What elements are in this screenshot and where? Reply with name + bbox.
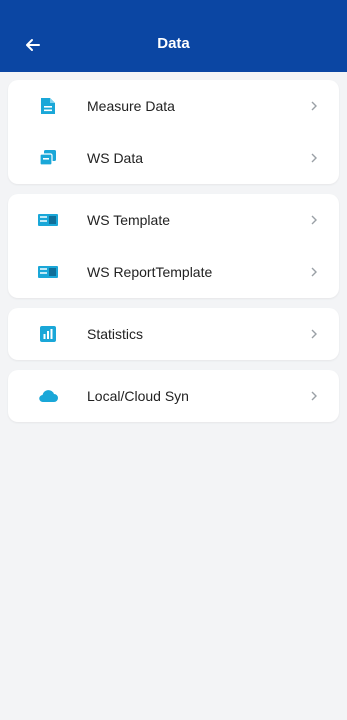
report-template-icon — [38, 262, 58, 282]
menu-item-label: Local/Cloud Syn — [87, 388, 189, 404]
document-icon — [38, 96, 58, 116]
menu-item-statistics[interactable]: Statistics — [8, 308, 339, 360]
app-bar: Data — [0, 0, 347, 72]
page-title: Data — [157, 35, 190, 52]
statistics-icon — [38, 324, 58, 344]
chevron-right-icon — [309, 390, 319, 402]
card-statistics: Statistics — [8, 308, 339, 360]
menu-item-local-cloud-syn[interactable]: Local/Cloud Syn — [8, 370, 339, 422]
chevron-right-icon — [309, 100, 319, 112]
chevron-right-icon — [309, 328, 319, 340]
menu-item-ws-template[interactable]: WS Template — [8, 194, 339, 246]
cloud-icon — [38, 386, 58, 406]
chevron-right-icon — [309, 266, 319, 278]
chevron-right-icon — [309, 152, 319, 164]
card-data-sources: Measure Data WS Data — [8, 80, 339, 184]
template-icon — [38, 210, 58, 230]
menu-item-label: WS ReportTemplate — [87, 264, 213, 280]
menu-item-label: WS Template — [87, 212, 170, 228]
chevron-right-icon — [309, 214, 319, 226]
menu-item-ws-reporttemplate[interactable]: WS ReportTemplate — [8, 246, 339, 298]
menu-item-label: WS Data — [87, 150, 144, 166]
card-sync: Local/Cloud Syn — [8, 370, 339, 422]
menu-item-measure-data[interactable]: Measure Data — [8, 80, 339, 132]
card-templates: WS Template WS ReportTemplate — [8, 194, 339, 298]
menu-item-label: Measure Data — [87, 98, 175, 114]
menu-item-label: Statistics — [87, 326, 144, 342]
menu-list: Measure Data WS Data WS Template WS Repo… — [8, 80, 339, 432]
stacked-cards-icon — [38, 148, 58, 168]
menu-item-ws-data[interactable]: WS Data — [8, 132, 339, 184]
